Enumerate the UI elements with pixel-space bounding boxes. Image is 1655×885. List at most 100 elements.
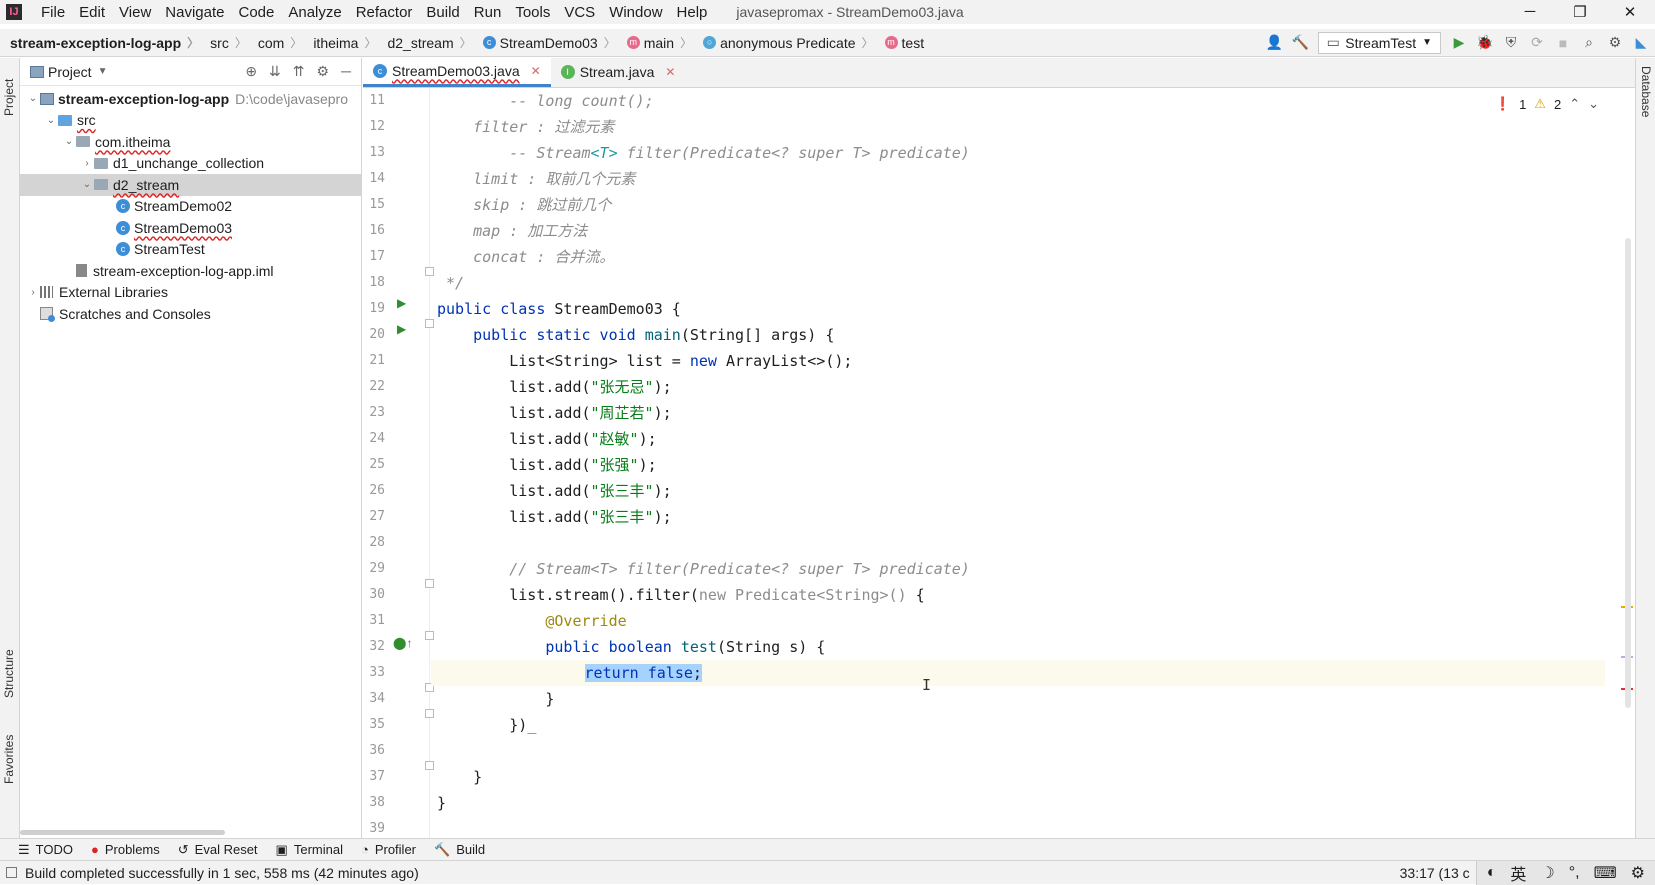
horizontal-scrollbar[interactable] [20,830,225,835]
breadcrumb-method-main[interactable]: m main 〉 [626,34,697,51]
chevron-right-icon[interactable]: › [80,158,94,169]
coverage-icon[interactable]: ⛨ [1503,34,1519,51]
menu-vcs[interactable]: VCS [557,4,602,21]
menu-view[interactable]: View [112,4,158,21]
build-hammer-icon[interactable]: 🔨 [1292,34,1309,51]
minimize-icon[interactable]: ─ [1505,3,1555,21]
code-area[interactable]: -- long count(); filter : 过滤元素 -- Stream… [431,88,1605,838]
tree-item-iml[interactable]: stream-exception-log-app.iml [20,260,361,282]
gear-icon[interactable]: ⚙ [1607,34,1623,51]
breadcrumb-d2-stream[interactable]: d2_stream 〉 [387,34,476,51]
vertical-scrollbar[interactable] [1625,238,1631,708]
chevron-down-icon[interactable]: ▼ [98,66,108,77]
project-tool-button[interactable]: Project [2,79,16,116]
close-tab-icon[interactable]: ✕ [531,64,541,78]
punctuation-icon[interactable]: °, [1569,864,1580,882]
tree-item-scratches[interactable]: Scratches and Consoles [20,303,361,325]
profile-icon[interactable]: ⟳ [1529,34,1545,51]
tab-stream[interactable]: I Stream.java ✕ [551,57,686,87]
tree-item-com-itheima[interactable]: ⌄ com.itheima [20,131,361,153]
fold-marker-icon[interactable] [425,631,434,640]
fold-marker-icon[interactable] [425,319,434,328]
search-icon[interactable]: ⌕ [1581,34,1597,51]
close-tab-icon[interactable]: ✕ [665,65,675,79]
menu-build[interactable]: Build [419,4,466,21]
eval-reset-tool-button[interactable]: ↺ Eval Reset [178,842,258,858]
keyboard-icon[interactable]: ⌨ [1594,863,1617,883]
menu-tools[interactable]: Tools [508,4,557,21]
fold-marker-icon[interactable] [425,709,434,718]
terminal-tool-button[interactable]: ▣ Terminal [276,842,343,858]
moon-icon[interactable]: ☽ [1540,863,1554,883]
chevron-down-icon[interactable]: ⌄ [80,179,94,190]
breadcrumb-method-test[interactable]: m test [884,35,924,51]
tree-item-root[interactable]: ⌄ stream-exception-log-app D:\code\javas… [20,88,361,110]
breadcrumb-src[interactable]: src 〉 [210,34,252,51]
override-gutter-icon[interactable]: ⬤↑ [393,636,412,650]
tree-item-d2-stream[interactable]: ⌄ d2_stream [20,174,361,196]
ime-language[interactable]: 英 [1510,861,1526,885]
menu-file[interactable]: File [34,4,72,21]
breadcrumb-itheima[interactable]: itheima 〉 [313,34,381,51]
project-panel-title[interactable]: Project [48,64,92,80]
menu-code[interactable]: Code [231,4,281,21]
fold-marker-icon[interactable] [425,761,434,770]
plugin-icon[interactable]: ◣ [1633,34,1649,51]
ime-logo-icon[interactable]: ◐ [1487,864,1497,882]
caret-position[interactable]: 33:17 (13 c [1400,865,1470,881]
run-config-select[interactable]: ▭ StreamTest ▼ [1318,31,1441,54]
restore-icon[interactable]: ❐ [1555,3,1605,21]
profiler-tool-button[interactable]: ◔ Profiler [361,842,416,857]
menu-window[interactable]: Window [602,4,669,21]
hide-icon[interactable]: ─ [341,63,351,80]
chevron-down-icon[interactable]: ⌄ [26,93,40,104]
favorites-tool-button[interactable]: Favorites [2,735,16,784]
chevron-down-icon[interactable]: ⌄ [62,136,76,147]
gear-icon[interactable]: ⚙ [1631,863,1645,883]
breadcrumb-class[interactable]: c StreamDemo03 〉 [482,34,621,51]
user-icon[interactable]: 👤 [1266,34,1283,51]
stop-icon[interactable]: ■ [1555,35,1571,51]
code-line-24: list.add("赵敏"); [437,430,657,448]
breadcrumb-anonymous[interactable]: ○ anonymous Predicate 〉 [703,34,878,51]
chevron-down-icon[interactable]: ⌄ [44,115,58,126]
tree-item-streamdemo03[interactable]: c StreamDemo03 [20,217,361,239]
menu-refactor[interactable]: Refactor [349,4,420,21]
run-gutter-icon[interactable]: ▶ [397,322,406,336]
line-number: 17 [369,249,385,264]
menu-analyze[interactable]: Analyze [281,4,348,21]
collapse-all-icon[interactable]: ⇈ [293,63,305,80]
database-tool-button[interactable]: Database [1639,66,1653,117]
build-tool-button[interactable]: 🔨 Build [434,842,485,858]
menu-help[interactable]: Help [670,4,715,21]
todo-tool-button[interactable]: ☰ TODO [18,842,73,858]
run-gutter-icon[interactable]: ▶ [397,296,406,310]
problems-tool-button[interactable]: ● Problems [91,842,160,857]
fold-marker-icon[interactable] [425,579,434,588]
fold-marker-icon[interactable] [425,267,434,276]
error-stripe[interactable] [1617,88,1635,838]
debug-icon[interactable]: 🐞 [1476,34,1493,51]
chevron-right-icon[interactable]: › [26,287,40,298]
tree-item-d1-unchange-collection[interactable]: › d1_unchange_collection [20,153,361,175]
menu-edit[interactable]: Edit [72,4,112,21]
tree-item-src[interactable]: ⌄ src [20,110,361,132]
status-message[interactable]: Build completed successfully in 1 sec, 5… [25,865,419,881]
breadcrumb-project[interactable]: stream-exception-log-app 〉 [10,34,204,51]
tree-item-external-libraries[interactable]: › External Libraries [20,282,361,304]
menu-run[interactable]: Run [467,4,509,21]
tree-item-streamdemo02[interactable]: c StreamDemo02 [20,196,361,218]
run-icon[interactable]: ▶ [1451,34,1467,51]
status-square-icon[interactable] [6,867,17,878]
expand-all-icon[interactable]: ⇊ [269,63,281,80]
gear-icon[interactable]: ⚙ [317,63,330,80]
menu-navigate[interactable]: Navigate [158,4,231,21]
locate-icon[interactable]: ⊕ [245,63,257,80]
tab-streamdemo03[interactable]: c StreamDemo03.java ✕ [363,57,551,87]
structure-tool-button[interactable]: Structure [2,649,16,698]
breadcrumb-com[interactable]: com 〉 [258,34,307,51]
close-icon[interactable]: ✕ [1605,3,1655,21]
tree-item-streamtest[interactable]: c StreamTest [20,239,361,261]
breadcrumb-label: src [210,34,229,51]
intellij-logo-icon: IJ [6,4,22,20]
